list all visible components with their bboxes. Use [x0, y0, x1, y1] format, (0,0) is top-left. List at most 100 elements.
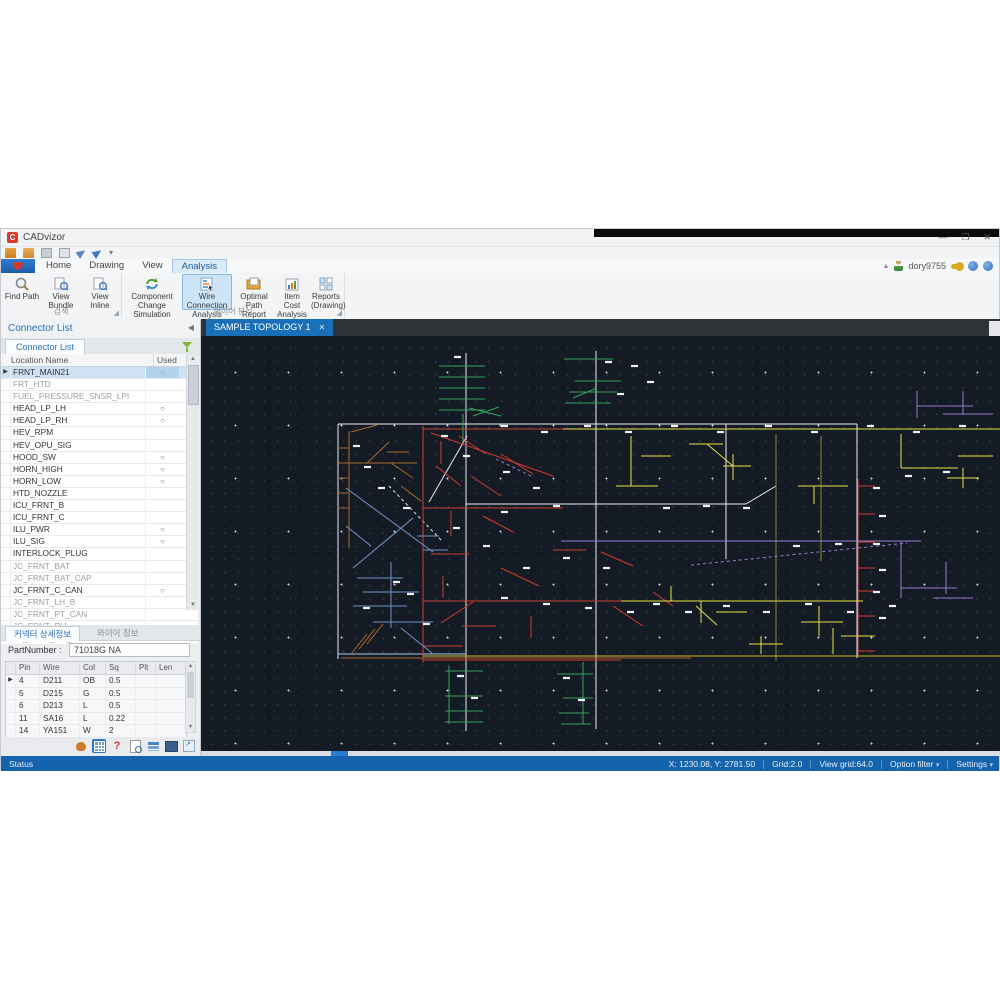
license-key-icon[interactable] [951, 261, 964, 271]
copy-icon[interactable] [59, 247, 70, 258]
pen-icon[interactable] [91, 246, 104, 259]
connector-row[interactable]: JC_FRNT_PT_CAN [1, 608, 198, 621]
part-number-label: PartNumber : [8, 645, 62, 655]
recycle-arrows-icon [125, 277, 179, 291]
export-chart-icon[interactable] [182, 739, 196, 753]
document-tab-sample-topology[interactable]: SAMPLE TOPOLOGY 1 ✕ [206, 319, 334, 336]
column-location-name[interactable]: Location Name [1, 354, 154, 366]
connector-row[interactable]: ICU_FRNT_C [1, 512, 198, 525]
component-icon[interactable] [74, 739, 88, 753]
connector-row[interactable]: ILU_PWR ○ [1, 524, 198, 537]
part-number-field[interactable]: 71018G NA [69, 643, 190, 657]
scrollbar-thumb[interactable] [188, 365, 199, 405]
column-len[interactable]: Len [156, 662, 184, 674]
pin-table-scrollbar[interactable]: ▲ ▼ [185, 661, 196, 733]
help-icon[interactable]: ? [110, 739, 124, 753]
connector-list-tab[interactable]: Connector List [5, 339, 86, 355]
column-plt[interactable]: Plt [136, 662, 156, 674]
connector-row[interactable]: HORN_LOW ○ [1, 475, 198, 488]
column-used[interactable]: Used [154, 354, 190, 366]
reports-drawing-button[interactable]: Reports (Drawing) [310, 274, 346, 310]
connector-row[interactable]: HEV_RPM [1, 427, 198, 440]
connector-row[interactable]: ICU_FRNT_B [1, 500, 198, 513]
save-icon[interactable] [41, 247, 52, 258]
eraser-icon[interactable] [75, 246, 88, 259]
scrollbar-thumb[interactable] [187, 672, 194, 698]
status-text: Status [9, 759, 34, 769]
status-bar: Status X: 1230.08, Y: 2781.50 Grid:2.0 V… [1, 756, 999, 771]
tab-scroll-corner[interactable] [989, 321, 1000, 336]
ribbon: Find Path View Bundle View Inline 검색 ◢ C… [1, 273, 999, 320]
connector-row[interactable]: HEAD_LP_LH ○ [1, 403, 198, 416]
column-wire[interactable]: Wire [40, 662, 80, 674]
column-pin[interactable]: Pin [16, 662, 40, 674]
pin-row[interactable]: ▶ 4 D211 OB 0.5 [6, 675, 186, 688]
restore-button[interactable]: ❐ [961, 232, 969, 243]
column-col[interactable]: Col [80, 662, 106, 674]
scroll-down-icon[interactable]: ▼ [186, 723, 195, 732]
connector-row[interactable]: JC_FRNT_C_CAN ○ [1, 584, 198, 597]
quick-access-dropdown-icon[interactable]: ▾ [109, 248, 113, 257]
component-change-simulation-button[interactable]: Component Change Simulation [124, 274, 180, 319]
item-cost-analysis-button[interactable]: Item Cost Analysis [275, 274, 309, 319]
panel-pin-icon[interactable]: ◀ [188, 323, 194, 332]
filter-funnel-icon[interactable] [182, 342, 192, 352]
connector-row[interactable]: INTERLOCK_PLUG [1, 548, 198, 561]
optimal-path-report-button[interactable]: Optimal Path Report [234, 274, 274, 319]
table-view-icon[interactable] [92, 739, 106, 753]
tab-home[interactable]: Home [37, 259, 80, 273]
layers-icon[interactable] [146, 739, 160, 753]
scroll-up-icon[interactable]: ▲ [186, 662, 195, 671]
connector-row[interactable]: ▶ FRNT_MAIN21 ○ [1, 367, 198, 380]
tab-view[interactable]: View [133, 259, 171, 273]
search-document-icon[interactable] [128, 739, 142, 753]
connector-row[interactable]: HOOD_SW ○ [1, 451, 198, 464]
user-icon [894, 261, 904, 271]
sync-globe-icon[interactable] [983, 261, 993, 271]
minimize-button[interactable]: — [938, 232, 947, 243]
cadvizor-logo-icon [13, 261, 23, 271]
view-bundle-button[interactable]: View Bundle [42, 274, 80, 310]
connector-row[interactable]: JC_FRNT_LH_B [1, 596, 198, 609]
connector-row[interactable]: HTD_NOZZLE [1, 487, 198, 501]
connector-row[interactable]: HEAD_LP_RH ○ [1, 415, 198, 428]
pin-row[interactable]: 11 SA16 L 0.22 [6, 712, 186, 725]
open-folder-icon[interactable] [23, 247, 34, 258]
monitor-icon[interactable] [164, 739, 178, 753]
connector-row[interactable]: FRT_HTD [1, 379, 198, 392]
scroll-up-icon[interactable]: ▲ [187, 354, 199, 364]
connector-list-scrollbar[interactable]: ▲ ▼ [186, 354, 199, 610]
connector-row[interactable]: HEV_OPU_SIG [1, 439, 198, 452]
settings-dropdown[interactable]: Settings ▾ [956, 759, 993, 769]
scroll-down-icon[interactable]: ▼ [187, 600, 199, 610]
ribbon-collapse-icon[interactable]: ▲ [883, 263, 890, 270]
dialog-launcher-icon[interactable]: ◢ [337, 309, 342, 317]
ribbon-group-wire-analysis: Component Change Simulation Wire Connect… [122, 273, 346, 319]
connector-row[interactable]: FUEL_PRESSURE_SNSR_LPI [1, 391, 198, 404]
report-folder-icon [235, 277, 273, 291]
tab-analysis[interactable]: Analysis [171, 259, 227, 273]
connector-row[interactable]: ILU_SIG ○ [1, 536, 198, 549]
close-button[interactable]: ✕ [983, 232, 991, 243]
pin-row[interactable]: 14 YA151 W 2 [6, 725, 186, 738]
topology-canvas[interactable] [201, 336, 1000, 751]
option-filter-dropdown[interactable]: Option filter ▾ [890, 759, 939, 769]
connector-row[interactable]: HORN_HIGH ○ [1, 463, 198, 476]
connector-row[interactable]: JC_FRNT_BAT [1, 560, 198, 573]
find-path-button[interactable]: Find Path [3, 274, 41, 310]
help-globe-icon[interactable] [968, 261, 978, 271]
view-inline-button[interactable]: View Inline [81, 274, 119, 310]
tab-wire-info[interactable]: 와이어 정보 [89, 626, 146, 640]
connector-row[interactable]: JC_FRNT_BAT_CAP [1, 572, 198, 585]
close-tab-icon[interactable]: ✕ [319, 319, 326, 336]
pin-row[interactable]: 6 D213 L 0.5 [6, 700, 186, 713]
tab-drawing[interactable]: Drawing [80, 259, 133, 273]
wire-connection-analysis-button[interactable]: Wire Connection Analysis [182, 274, 232, 319]
dialog-launcher-icon[interactable]: ◢ [114, 309, 119, 317]
pin-row[interactable]: 5 D215 G 0.5 [6, 687, 186, 700]
tab-connector-detail[interactable]: 커넥터 상세정보 [5, 626, 81, 641]
cursor-coordinates: X: 1230.08, Y: 2781.50 [668, 759, 756, 769]
open-project-icon[interactable] [5, 247, 16, 258]
column-sq[interactable]: Sq [106, 662, 136, 674]
app-menu-button[interactable] [1, 259, 35, 273]
